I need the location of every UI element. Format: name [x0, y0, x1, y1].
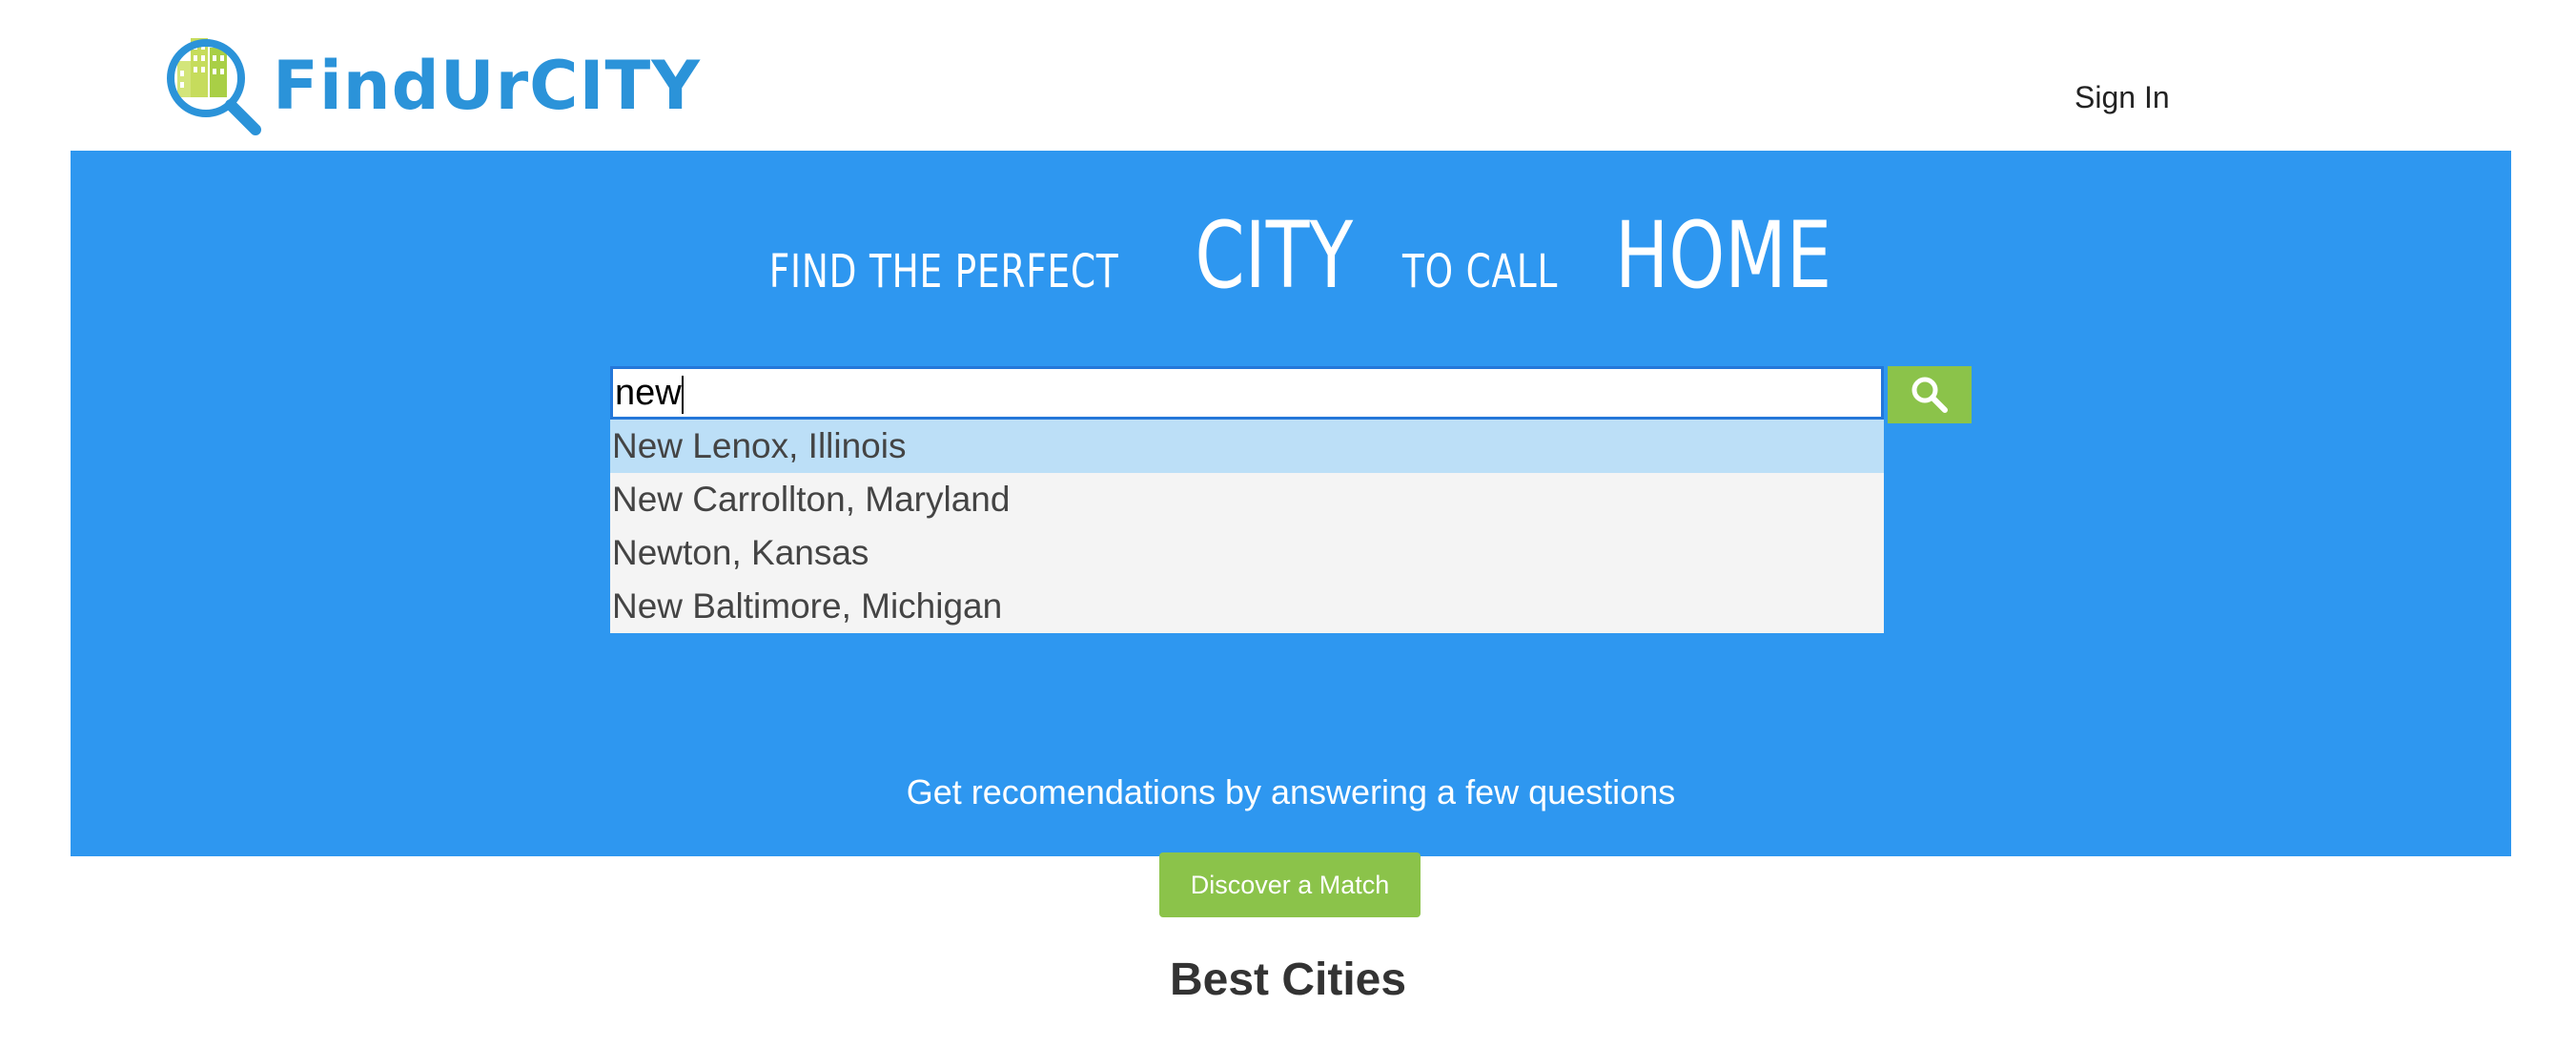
- tagline-part-1: FIND THE PERFECT: [768, 245, 1119, 298]
- suggestion-item[interactable]: New Lenox, Illinois: [610, 420, 1884, 473]
- tagline-part-2: CITY: [1195, 202, 1354, 309]
- best-cities-heading: Best Cities: [1169, 955, 1407, 1005]
- recommendation-prompt: Get recomendations by answering a few qu…: [906, 772, 1676, 811]
- discover-match-button[interactable]: Discover a Match: [1159, 852, 1421, 917]
- logo[interactable]: FindUrCITY: [164, 32, 700, 139]
- autocomplete-dropdown: New Lenox, Illinois New Carrollton, Mary…: [610, 420, 1884, 633]
- search-input-value: new: [615, 373, 682, 413]
- magnifier-city-icon: [167, 38, 261, 135]
- suggestion-item[interactable]: Newton, Kansas: [610, 526, 1884, 580]
- text-caret: [681, 375, 684, 414]
- suggestion-item[interactable]: New Carrollton, Maryland: [610, 473, 1884, 526]
- search-button[interactable]: [1888, 366, 1972, 423]
- logo-text: FindUrCITY: [273, 47, 701, 125]
- search-input[interactable]: new: [610, 366, 1884, 420]
- hero-tagline: FIND THE PERFECT CITY TO CALL HOME: [71, 210, 2511, 301]
- tagline-part-3: TO CALL: [1401, 245, 1558, 298]
- suggestion-item[interactable]: New Baltimore, Michigan: [610, 580, 1884, 633]
- hero-banner: FIND THE PERFECT CITY TO CALL HOME new N…: [71, 151, 2511, 856]
- sign-in-link[interactable]: Sign In: [2075, 80, 2170, 115]
- page: FindUrCITY Sign In FIND THE PERFECT CITY…: [0, 0, 2576, 1047]
- search-icon: [1912, 377, 1948, 413]
- tagline-part-4: HOME: [1615, 202, 1832, 309]
- header: FindUrCITY Sign In: [0, 0, 2576, 151]
